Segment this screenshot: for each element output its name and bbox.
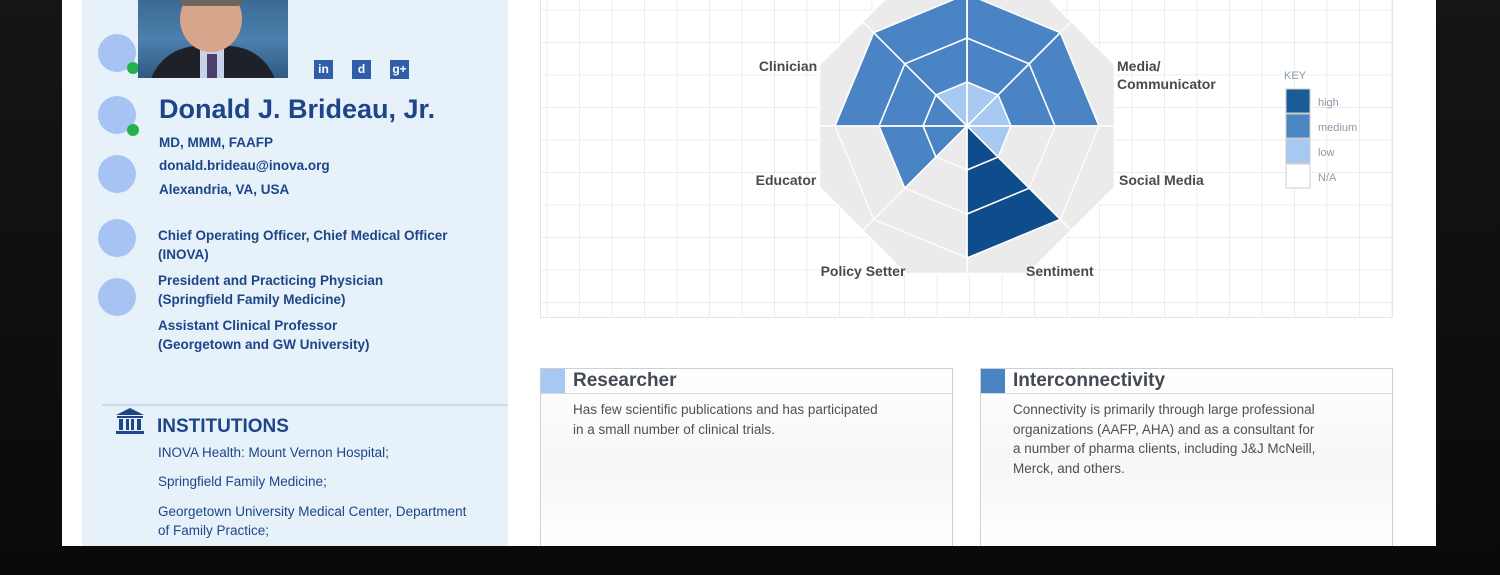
- axis-label-policy-setter: Policy Setter: [821, 263, 906, 279]
- legend-swatch-na: [1285, 163, 1311, 189]
- doximity-icon[interactable]: d: [352, 60, 371, 79]
- researcher-swatch: [541, 369, 565, 393]
- profile-credentials: MD, MMM, FAAFP: [159, 135, 273, 150]
- researcher-body: Has few scientific publications and has …: [573, 400, 878, 439]
- role-title: Assistant Clinical Professor: [158, 318, 338, 333]
- profile-photo: [138, 0, 288, 78]
- legend-swatch-low: [1285, 138, 1311, 164]
- screen: in d g+ Donald J. Brideau, Jr. MD, MMM, …: [62, 0, 1436, 546]
- role-title: Chief Operating Officer, Chief Medical O…: [158, 228, 448, 243]
- online-status-dot: [127, 124, 139, 136]
- card-text-line: Connectivity is primarily through large …: [1013, 402, 1315, 417]
- role-org: (INOVA): [158, 247, 209, 262]
- interconnectivity-title: Interconnectivity: [1013, 370, 1166, 391]
- profile-panel: in d g+ Donald J. Brideau, Jr. MD, MMM, …: [82, 0, 508, 546]
- axis-label-sentiment: Sentiment: [1026, 263, 1094, 279]
- section-divider: [102, 404, 508, 406]
- role-org: (Springfield Family Medicine): [158, 292, 346, 307]
- role-title: President and Practicing Physician: [158, 273, 384, 288]
- axis-label-social-media: Social Media: [1119, 172, 1204, 188]
- google-plus-icon[interactable]: g+: [390, 60, 409, 79]
- interconnectivity-body: Connectivity is primarily through large …: [1013, 400, 1315, 478]
- interconnectivity-swatch: [981, 369, 1005, 393]
- institutions-heading: INSTITUTIONS: [157, 416, 289, 437]
- card-text-line: organizations (AAFP, AHA) and as a consu…: [1013, 421, 1315, 437]
- radar-chart-svg: Clinician Media/ Communicator Educator S…: [541, 0, 1394, 318]
- axis-label-educator: Educator: [756, 172, 817, 188]
- legend-label-medium: medium: [1318, 122, 1357, 134]
- timeline-dot: [98, 278, 136, 316]
- institution-item: Georgetown University Medical Center, De…: [158, 504, 467, 519]
- institution-item: of Family Practice;: [158, 523, 270, 538]
- profile-radar-chart: Clinician Media/ Communicator Educator S…: [540, 0, 1394, 318]
- legend-label-na: N/A: [1318, 172, 1337, 184]
- interconnectivity-card: Interconnectivity Connectivity is primar…: [980, 368, 1393, 546]
- card-divider: [541, 393, 952, 394]
- profile-email[interactable]: donald.brideau@inova.org: [159, 158, 330, 173]
- card-text-line: in a small number of clinical trials.: [573, 421, 775, 437]
- institution-item: Springfield Family Medicine;: [158, 474, 327, 489]
- researcher-card: Researcher Has few scientific publicatio…: [540, 368, 953, 546]
- timeline-dot: [98, 155, 136, 193]
- profile-location: Alexandria, VA, USA: [159, 182, 290, 197]
- legend-swatch-medium: [1285, 113, 1311, 139]
- axis-label-media-line2: Communicator: [1117, 76, 1216, 92]
- card-divider: [981, 393, 1392, 394]
- card-text-line: a number of pharma clients, including J&…: [1013, 441, 1316, 456]
- axis-label-clinician: Clinician: [759, 58, 817, 74]
- legend-label-low: low: [1318, 147, 1335, 159]
- axis-label-media-line1: Media/: [1117, 58, 1161, 74]
- linkedin-icon[interactable]: in: [314, 60, 333, 79]
- legend-title: KEY: [1284, 70, 1307, 82]
- card-text-line: Has few scientific publications and has …: [573, 402, 878, 417]
- role-org: (Georgetown and GW University): [158, 337, 370, 352]
- card-text-line: Merck, and others.: [1013, 460, 1125, 476]
- profile-name: Donald J. Brideau, Jr.: [159, 94, 436, 124]
- timeline-dot: [98, 219, 136, 257]
- legend-swatch-high: [1285, 88, 1311, 114]
- institution-icon: [116, 408, 144, 434]
- institution-item: INOVA Health: Mount Vernon Hospital;: [158, 445, 389, 460]
- legend-label-high: high: [1318, 97, 1339, 109]
- researcher-title: Researcher: [573, 370, 677, 391]
